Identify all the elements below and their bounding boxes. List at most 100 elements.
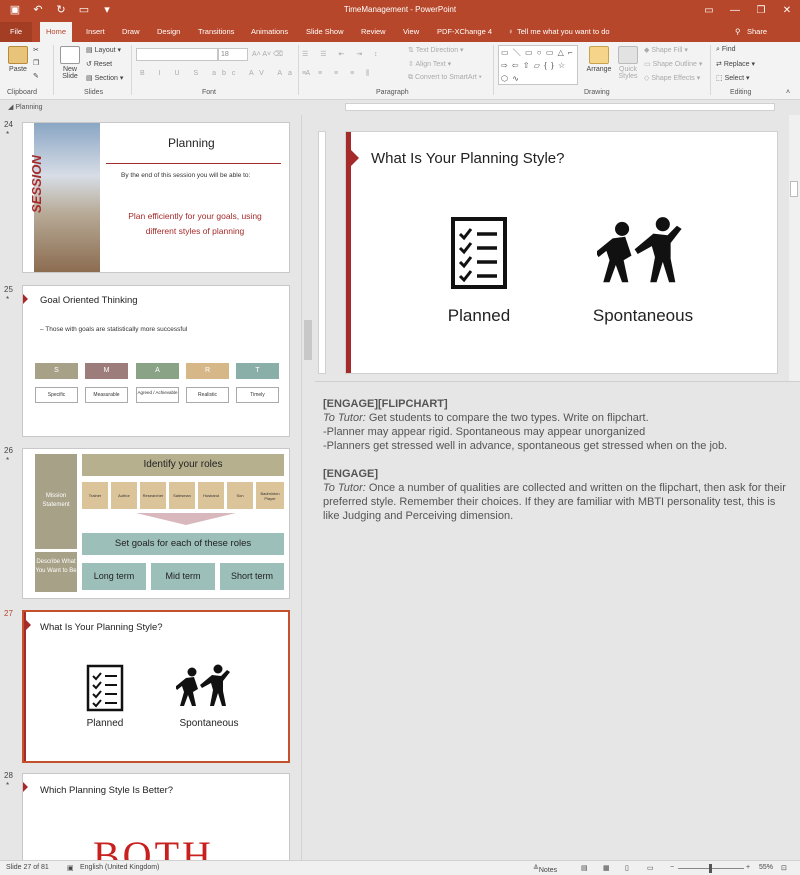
checklist-icon[interactable] bbox=[450, 216, 508, 290]
find-button[interactable]: ⌕ Find bbox=[716, 46, 736, 54]
zoom-level[interactable]: 55% bbox=[759, 864, 773, 871]
notes-toggle[interactable]: ≙ Notes bbox=[533, 864, 557, 874]
title-marker bbox=[23, 782, 28, 792]
select-button[interactable]: ⬚ Select ▾ bbox=[716, 74, 750, 82]
zoom-in-icon[interactable]: + bbox=[746, 864, 750, 871]
section-header[interactable]: ◢ Planning bbox=[0, 101, 300, 115]
tab-insert[interactable]: Insert bbox=[86, 22, 105, 42]
font-style-buttons[interactable]: B I U S abc AV Aa A bbox=[140, 70, 316, 77]
zoom-slider-thumb[interactable] bbox=[709, 864, 712, 873]
shape-effects-button[interactable]: ◇ Shape Effects ▾ bbox=[644, 74, 700, 82]
animation-star-icon: * bbox=[6, 781, 10, 790]
notes-splitter[interactable] bbox=[315, 381, 800, 393]
speaker-notes-pane[interactable]: [ENGAGE][FLIPCHART] To Tutor: Get studen… bbox=[315, 393, 800, 860]
align-text-button[interactable]: ⇳ Align Text ▾ bbox=[408, 60, 451, 68]
convert-smartart-button[interactable]: ⧉ Convert to SmartArt ▾ bbox=[408, 74, 482, 82]
fit-slide-icon[interactable]: ⊡ bbox=[781, 864, 787, 872]
tab-pdf-xchange[interactable]: PDF-XChange 4 bbox=[437, 22, 492, 42]
language-indicator[interactable]: English (United Kingdom) bbox=[80, 864, 159, 871]
notes-line: -Planners get stressed well in advance, … bbox=[323, 440, 728, 452]
role-chip: Husband bbox=[198, 482, 224, 509]
scrollbar-thumb[interactable] bbox=[304, 320, 312, 360]
quick-styles-button[interactable]: Quick Styles bbox=[614, 46, 642, 80]
tab-view[interactable]: View bbox=[403, 22, 419, 42]
tell-me-box[interactable]: Tell me what you want to do bbox=[517, 22, 610, 42]
tab-design[interactable]: Design bbox=[157, 22, 180, 42]
minimize-icon[interactable]: — bbox=[722, 0, 748, 22]
dancing-people-icon bbox=[176, 664, 230, 706]
ribbon-display-options-icon[interactable]: ▭ bbox=[696, 0, 722, 22]
spelling-icon[interactable]: ▣ bbox=[67, 864, 74, 872]
shape-outline-button[interactable]: ▭ Shape Outline ▾ bbox=[644, 60, 702, 68]
thumbnail-slide-26[interactable]: Mission Statement Describe What You Want… bbox=[22, 448, 290, 599]
smart-word: Timely bbox=[236, 387, 279, 403]
tab-slide-show[interactable]: Slide Show bbox=[306, 22, 344, 42]
reset-button[interactable]: ↺ Reset bbox=[86, 60, 112, 68]
layout-button[interactable]: ▤ Layout ▾ bbox=[86, 46, 121, 54]
title-underline bbox=[106, 163, 281, 164]
replace-button[interactable]: ⇄ Replace ▾ bbox=[716, 60, 755, 68]
thumbnail-slide-24[interactable]: SESSION Planning By the end of this sess… bbox=[22, 122, 290, 273]
shapes-gallery[interactable]: ▭ ＼ ▭ ○ ▭ △ ⌐ ⇨ ⇦ ⇧ ▱ { } ☆ ⬡ ∿ bbox=[498, 45, 578, 85]
tab-file[interactable]: File bbox=[0, 22, 33, 42]
role-chip: Trainer bbox=[82, 482, 108, 509]
restore-icon[interactable]: ❐ bbox=[748, 0, 774, 22]
font-name-box[interactable] bbox=[136, 48, 218, 61]
thumb-title: Which Planning Style Is Better? bbox=[40, 785, 174, 796]
close-icon[interactable]: ✕ bbox=[774, 0, 800, 22]
tab-home[interactable]: Home bbox=[40, 22, 73, 42]
title-marker bbox=[26, 620, 31, 630]
reading-view-icon[interactable]: ▯ bbox=[625, 864, 629, 872]
align-buttons[interactable]: ≡ ≡ ≡ ≡ ⫼ bbox=[302, 70, 374, 78]
collapse-ribbon-icon[interactable]: ˄ bbox=[786, 89, 790, 96]
main-slide-canvas[interactable]: What Is Your Planning Style? Planned Spo… bbox=[345, 131, 778, 374]
arrange-button[interactable]: Arrange bbox=[584, 46, 614, 73]
horizontal-ruler bbox=[345, 103, 775, 111]
spontaneous-label[interactable]: Spontaneous bbox=[578, 306, 708, 326]
tab-transitions[interactable]: Transitions bbox=[198, 22, 234, 42]
tab-animations[interactable]: Animations bbox=[251, 22, 288, 42]
smart-word: Agreed / Achievable bbox=[136, 387, 179, 403]
thumbnail-slide-28[interactable]: Which Planning Style Is Better? BOTH bbox=[22, 773, 290, 860]
paste-button[interactable]: Paste bbox=[6, 46, 30, 73]
vertical-ruler bbox=[318, 131, 326, 374]
notes-line: To Tutor: Get students to compare the tw… bbox=[323, 412, 649, 424]
text-direction-button[interactable]: ⇅ Text Direction ▾ bbox=[408, 46, 464, 54]
role-chip: Son bbox=[227, 482, 253, 509]
slide-title[interactable]: What Is Your Planning Style? bbox=[371, 150, 564, 167]
animation-star-icon: * bbox=[6, 130, 10, 139]
thumbnails-scrollbar[interactable] bbox=[301, 115, 314, 860]
share-button[interactable]: Share bbox=[747, 22, 767, 42]
smart-letter-r: R bbox=[186, 363, 229, 379]
smart-letter-s: S bbox=[35, 363, 78, 379]
slide-scrollbar[interactable] bbox=[789, 115, 800, 381]
shape-fill-button[interactable]: ◆ Shape Fill ▾ bbox=[644, 46, 688, 54]
zoom-out-icon[interactable]: − bbox=[670, 864, 674, 871]
slide-sorter-icon[interactable]: ▦ bbox=[603, 864, 610, 872]
section-button[interactable]: ▤ Section ▾ bbox=[86, 74, 123, 82]
normal-view-icon[interactable]: ▤ bbox=[581, 864, 588, 872]
group-separator bbox=[298, 45, 299, 95]
new-slide-button[interactable]: New Slide bbox=[58, 46, 82, 80]
slideshow-view-icon[interactable]: ▭ bbox=[647, 864, 654, 872]
tab-draw[interactable]: Draw bbox=[122, 22, 140, 42]
notes-heading: [ENGAGE][FLIPCHART] bbox=[323, 398, 448, 410]
tab-review[interactable]: Review bbox=[361, 22, 386, 42]
term-box: Long term bbox=[82, 563, 146, 590]
list-buttons[interactable]: ☰ ☰ ⇤ ⇥ ↕ bbox=[302, 50, 383, 58]
scrollbar-thumb[interactable] bbox=[790, 181, 798, 197]
thumbnail-slide-27[interactable]: What Is Your Planning Style? Planned Spo… bbox=[22, 610, 290, 763]
dancing-people-icon[interactable] bbox=[597, 216, 691, 292]
copy-icon[interactable]: ❐ bbox=[33, 59, 39, 67]
section-name: Planning bbox=[15, 104, 43, 111]
format-painter-icon[interactable]: ✎ bbox=[33, 72, 39, 80]
describe-box: Describe What You Want to Be bbox=[35, 552, 77, 592]
cut-icon[interactable]: ✂ bbox=[33, 46, 39, 54]
term-box: Short term bbox=[220, 563, 284, 590]
group-separator bbox=[710, 45, 711, 95]
thumbnail-slide-25[interactable]: Goal Oriented Thinking – Those with goal… bbox=[22, 285, 290, 437]
grow-shrink-font-icon[interactable]: A˄ A˅ ⌫ bbox=[252, 50, 283, 58]
planned-label[interactable]: Planned bbox=[434, 306, 524, 326]
font-size-box[interactable]: 18 bbox=[218, 48, 248, 61]
smart-word: Measurable bbox=[85, 387, 128, 403]
